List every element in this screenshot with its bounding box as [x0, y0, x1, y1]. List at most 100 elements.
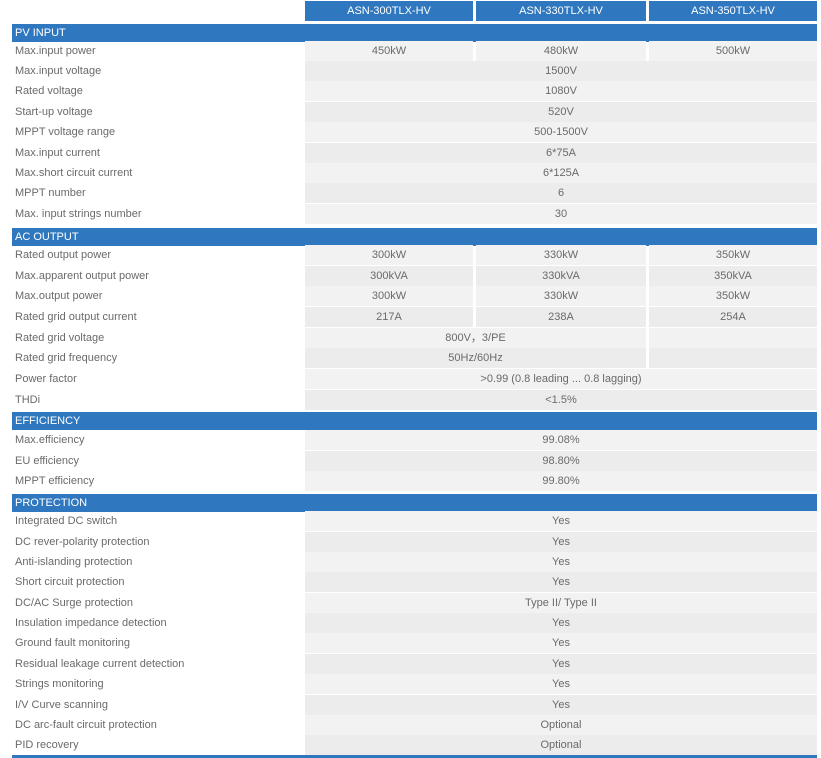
- spec-row: Max.apparent output power 300kVA 330kVA 350…: [0, 266, 821, 286]
- spec-label: Rated voltage: [15, 85, 83, 97]
- spec-row: THDi <1.5%: [0, 390, 821, 410]
- spec-value-all-models: 1500V: [305, 61, 817, 81]
- spec-row: Max.efficiency 99.08%: [0, 430, 821, 450]
- spec-row: DC/AC Surge protection Type II/ Type II: [0, 593, 821, 613]
- spec-label: Ground fault monitoring: [15, 637, 130, 649]
- model-header-3: ASN-350TLX-HV: [649, 1, 817, 21]
- spec-label: Residual leakage current detection: [15, 658, 185, 670]
- spec-value-model-2: 330kW: [476, 286, 646, 306]
- spec-value-empty: [649, 328, 817, 348]
- spec-value-model-2: 480kW: [476, 41, 646, 61]
- spec-value-all-models: 99.80%: [305, 471, 817, 491]
- section-header: AC OUTPUT: [12, 228, 817, 246]
- spec-row: DC arc-fault circuit protection Optional: [0, 715, 821, 735]
- spec-label: Max. input strings number: [15, 208, 142, 220]
- spec-label: Start-up voltage: [15, 106, 93, 118]
- spec-value-shared: 50Hz/60Hz: [305, 348, 646, 368]
- spec-row: EU efficiency 98.80%: [0, 451, 821, 471]
- spec-label: Max.apparent output power: [15, 270, 149, 282]
- model-header-1: ASN-300TLX-HV: [305, 1, 473, 21]
- spec-table: ASN-300TLX-HV ASN-330TLX-HV ASN-350TLX-H…: [0, 0, 821, 758]
- spec-value-all-models: Optional: [305, 715, 817, 735]
- spec-label: Integrated DC switch: [15, 515, 118, 527]
- spec-row: Rated grid output current 217A 238A 254A: [0, 307, 821, 327]
- spec-value-model-3: 500kW: [649, 41, 817, 61]
- spec-label: Rated grid frequency: [15, 352, 118, 364]
- spec-value-all-models: Type II/ Type II: [305, 593, 817, 613]
- spec-row: Anti-islanding protection Yes: [0, 552, 821, 572]
- spec-label: Max.short circuit current: [15, 167, 133, 179]
- spec-label: DC arc-fault circuit protection: [15, 719, 157, 731]
- section-header: EFFICIENCY: [12, 412, 817, 430]
- spec-label: I/V Curve scanning: [15, 699, 108, 711]
- spec-value-all-models: <1.5%: [305, 390, 817, 410]
- spec-value-all-models: 6*125A: [305, 163, 817, 183]
- spec-value-all-models: Yes: [305, 613, 817, 633]
- spec-value-all-models: 30: [305, 204, 817, 224]
- spec-value-model-2: 238A: [476, 307, 646, 327]
- spec-label: Power factor: [15, 373, 77, 385]
- spec-value-all-models: Yes: [305, 552, 817, 572]
- spec-row: Rated grid frequency 50Hz/60Hz: [0, 348, 821, 368]
- spec-row: DC rever-polarity protection Yes: [0, 532, 821, 552]
- model-header-2: ASN-330TLX-HV: [476, 1, 646, 21]
- spec-value-model-2: 330kW: [476, 245, 646, 265]
- spec-value-all-models: 99.08%: [305, 430, 817, 450]
- spec-value-all-models: 520V: [305, 102, 817, 122]
- spec-value-all-models: Yes: [305, 532, 817, 552]
- spec-label: Max.input power: [15, 45, 96, 57]
- spec-label: THDi: [15, 394, 41, 406]
- spec-value-shared: 800V，3/PE: [305, 328, 646, 348]
- spec-row: I/V Curve scanning Yes: [0, 695, 821, 715]
- spec-value-all-models: Yes: [305, 654, 817, 674]
- spec-label: Max.input current: [15, 147, 100, 159]
- spec-value-all-models: 1080V: [305, 81, 817, 101]
- spec-label: Insulation impedance detection: [15, 617, 167, 629]
- spec-row: MPPT efficiency 99.80%: [0, 471, 821, 491]
- spec-value-all-models: Yes: [305, 633, 817, 653]
- spec-row: Start-up voltage 520V: [0, 102, 821, 122]
- spec-value-model-1: 300kVA: [305, 266, 473, 286]
- spec-row: MPPT voltage range 500-1500V: [0, 122, 821, 142]
- spec-value-all-models: Yes: [305, 674, 817, 694]
- spec-value-all-models: Yes: [305, 572, 817, 592]
- section-header: PV INPUT: [12, 24, 817, 42]
- spec-label: Rated grid voltage: [15, 332, 105, 344]
- spec-label: Strings monitoring: [15, 678, 104, 690]
- spec-label: Anti-islanding protection: [15, 556, 133, 568]
- spec-label: Short circuit protection: [15, 576, 125, 588]
- spec-row: Rated output power 300kW 330kW 350kW: [0, 245, 821, 265]
- spec-label: Max.efficiency: [15, 434, 85, 446]
- spec-row: Max.input voltage 1500V: [0, 61, 821, 81]
- spec-label: MPPT voltage range: [15, 126, 116, 138]
- spec-value-model-1: 217A: [305, 307, 473, 327]
- spec-row: Power factor >0.99 (0.8 leading ... 0.8 l…: [0, 369, 821, 389]
- spec-row: Rated grid voltage 800V，3/PE: [0, 328, 821, 348]
- spec-row: Ground fault monitoring Yes: [0, 633, 821, 653]
- spec-row: MPPT number 6: [0, 183, 821, 203]
- spec-value-empty: [649, 348, 817, 368]
- spec-value-all-models: Yes: [305, 511, 817, 531]
- spec-row: Strings monitoring Yes: [0, 674, 821, 694]
- spec-value-model-3: 350kW: [649, 245, 817, 265]
- spec-label: DC/AC Surge protection: [15, 597, 133, 609]
- spec-row: Insulation impedance detection Yes: [0, 613, 821, 633]
- spec-row: PID recovery Optional: [0, 735, 821, 755]
- spec-label: Rated grid output current: [15, 311, 137, 323]
- spec-value-all-models: >0.99 (0.8 leading ... 0.8 lagging): [305, 369, 817, 389]
- spec-value-model-3: 350kW: [649, 286, 817, 306]
- spec-label: MPPT number: [15, 187, 86, 199]
- spec-label: Max.input voltage: [15, 65, 102, 77]
- spec-label: Max.output power: [15, 290, 103, 302]
- spec-value-all-models: 6*75A: [305, 143, 817, 163]
- spec-label: PID recovery: [15, 739, 79, 751]
- spec-row: Residual leakage current detection Yes: [0, 654, 821, 674]
- spec-value-all-models: Optional: [305, 735, 817, 755]
- spec-row: Rated voltage 1080V: [0, 81, 821, 101]
- spec-label: EU efficiency: [15, 455, 79, 467]
- spec-row: Max.output power 300kW 330kW 350kW: [0, 286, 821, 306]
- spec-row: Integrated DC switch Yes: [0, 511, 821, 531]
- section-header: PROTECTION: [12, 494, 817, 512]
- spec-value-model-1: 450kW: [305, 41, 473, 61]
- spec-value-all-models: 500-1500V: [305, 122, 817, 142]
